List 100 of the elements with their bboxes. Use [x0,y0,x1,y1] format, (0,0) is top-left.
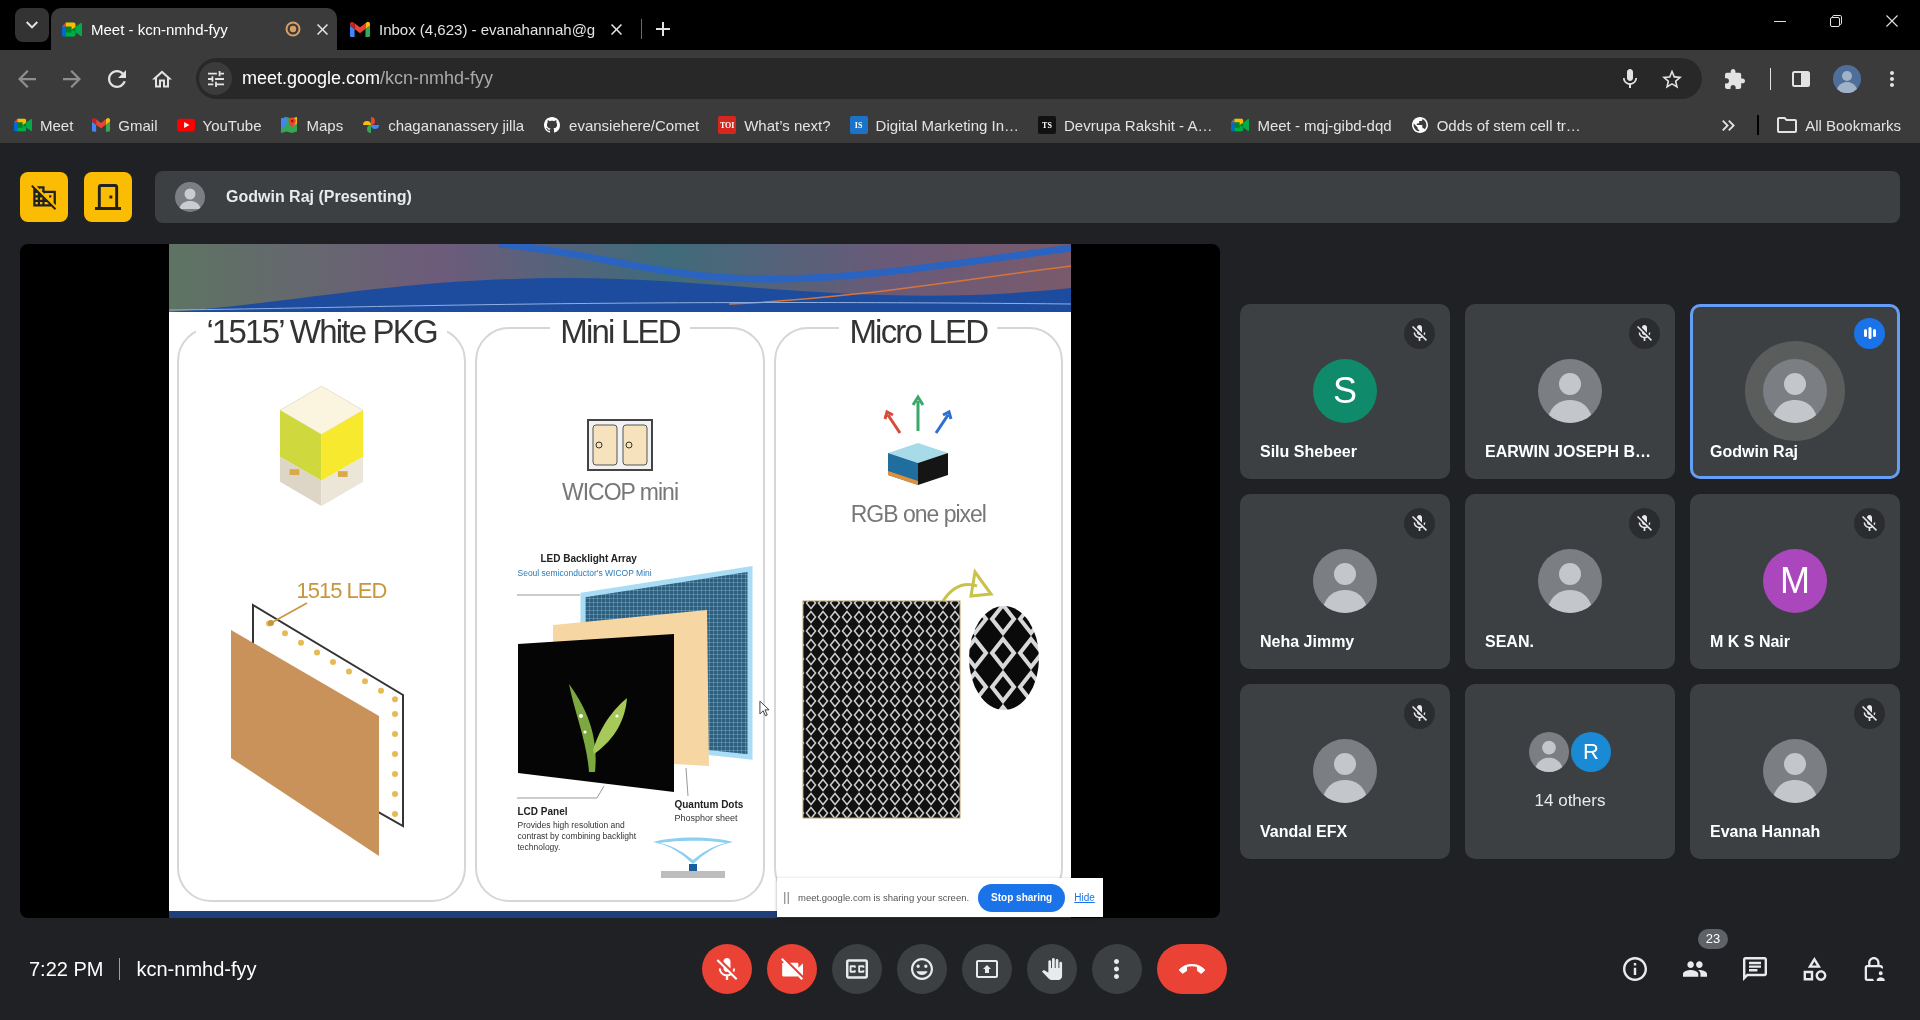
side-panel-icon [1792,69,1810,88]
double-chevron-icon [1721,119,1735,131]
info-icon [1623,957,1647,981]
microphone-button[interactable] [701,944,752,994]
sliders-icon [207,70,224,87]
reactions-button[interactable] [896,944,947,994]
meeting-code: kcn-nmhd-fyy [136,957,257,981]
more-options-icon [1890,70,1894,87]
cat-logo-icon [543,117,562,133]
globe-icon [1410,117,1429,133]
leave-call-button[interactable] [1156,944,1227,994]
building-off-icon [31,184,57,210]
participant-name: Neha Jimmy [1260,631,1355,652]
bookmark[interactable]: chagananassery jilla [354,111,533,139]
callout-label: 1515 LED [296,580,387,602]
bookmark[interactable]: evansiehere/Comet [535,111,708,139]
envelope-logo-icon [92,117,111,133]
participant-name: Godwin Raj [1710,441,1798,462]
captions-icon [845,958,868,980]
home-icon [152,68,172,89]
participant-count-badge: 23 [1698,929,1728,949]
avatar-initial: R [1571,731,1611,772]
door-button[interactable] [84,172,132,222]
bookmark[interactable]: TOI What’s next? [710,111,839,139]
tab-search-button[interactable] [15,8,49,42]
bookmark[interactable]: YouTube [168,111,270,139]
participant-name: M K S Nair [1710,631,1790,652]
diagram-note: Phosphor sheet [674,813,738,824]
diagram-label: Quantum Dots [674,799,744,811]
envelope-logo-icon [350,21,370,37]
participant-name: SEAN. [1485,631,1534,652]
bookmark[interactable]: Meet [6,111,82,139]
site-info-button[interactable] [199,62,232,95]
chevron-down-icon [26,21,38,29]
building-off-button[interactable] [20,172,68,222]
avatar-initial: M [1763,548,1827,613]
curved-arrow [942,568,995,602]
browser-tab[interactable]: Meet - kcn-nmhd-fyy [51,8,337,50]
letter-logo: TS [1038,116,1056,134]
present-screen-icon [975,958,998,980]
camera-logo-icon [1231,117,1250,133]
map-pin-icon [280,117,299,133]
participant-name: Vandal EFX [1260,821,1348,842]
pinwheel-icon [362,117,381,133]
more-options-button[interactable] [1091,944,1142,994]
play-logo-icon [176,117,195,133]
led-chip-drawing [587,419,653,471]
back-arrow-icon [18,69,36,88]
bookmark[interactable]: Odds of stem cell tr… [1402,111,1589,139]
camera-logo-icon [62,21,82,37]
share-message: meet.google.com is sharing your screen. [798,892,970,903]
folder-icon [1777,117,1798,133]
drag-handle-icon[interactable] [784,891,789,904]
all-bookmarks-button[interactable]: All Bookmarks [1769,111,1909,139]
address-bar[interactable]: meet.google.com/kcn-nmhd-fyy [196,58,1702,99]
camera-button[interactable] [766,944,817,994]
phone-hang-up-icon [1178,963,1205,975]
captions-button[interactable] [831,944,882,994]
reload-icon [108,69,126,88]
chat-icon [1743,957,1767,981]
microphone-icon [1623,69,1637,88]
diagram-label: LED Backlight Array [540,553,637,565]
leader-line [686,767,689,797]
participant-name: Evana Hannah [1710,821,1821,842]
star-icon [1662,68,1682,89]
bookmark[interactable]: Meet - mqj-gibd-dqd [1223,111,1400,139]
bookmark[interactable]: TS Devrupa Rakshit - A… [1030,111,1221,139]
letter-logo: TOI [718,116,737,134]
leader-line [268,602,308,626]
present-button[interactable] [961,944,1012,994]
browser-tab[interactable]: Inbox (4,623) - evanahannah@g [339,8,632,50]
restore-icon [1830,15,1842,27]
diagram-description: Provides high resolution and contrast by combining backlight technology. [517,820,638,853]
hand-icon [1040,958,1063,980]
bookmark[interactable]: Maps [272,111,352,139]
close-icon [1886,15,1898,27]
letter-logo: IS [849,116,868,134]
puzzle-piece-icon [1725,68,1745,89]
bookmark[interactable]: Gmail [84,111,166,139]
minimize-icon [1774,20,1786,22]
meeting-time: 7:22 PM [29,957,104,981]
panel-caption: RGB one pixel [850,501,986,527]
url-text: meet.google.com/kcn-nmhd-fyy [242,68,495,89]
stop-sharing-button[interactable]: Stop sharing [978,883,1066,912]
mouse-cursor-icon [759,700,770,717]
hide-link[interactable]: Hide [1074,892,1095,903]
door-icon [95,184,121,210]
leader-line [517,594,581,596]
bookmark[interactable]: IS Digital Marketing In… [841,111,1027,139]
more-options-icon [1114,959,1119,979]
avatar-silhouette-icon [1529,731,1569,772]
participant-name: EARWIN JOSEPH B… [1485,441,1651,462]
camera-logo-icon [14,117,32,133]
close-icon [316,23,328,35]
panel-caption: WICOP mini [561,479,679,505]
camera-off-icon [780,958,803,980]
presenter-name: Godwin Raj (Presenting) [226,188,412,206]
participant-name: Silu Shebeer [1260,441,1357,462]
avatar-initial: S [1313,358,1377,423]
raise-hand-button[interactable] [1026,944,1077,994]
